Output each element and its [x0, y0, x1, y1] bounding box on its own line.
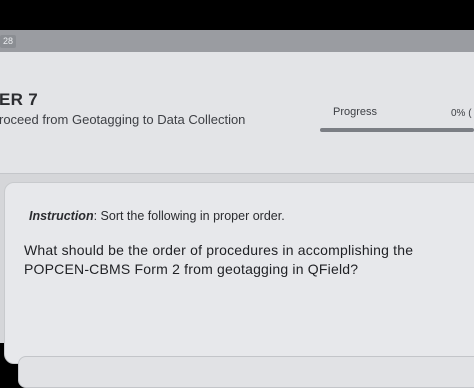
- app-screen: 28 ER 7 roceed from Geotagging to Data C…: [0, 30, 474, 388]
- instruction-label: Instruction: [29, 209, 94, 223]
- progress-bar: [320, 128, 474, 132]
- chapter-title: ER 7: [0, 90, 38, 109]
- chapter-header: ER 7 roceed from Geotagging to Data Coll…: [0, 52, 474, 174]
- progress-value: 0% (: [451, 108, 472, 119]
- instruction-text: : Sort the following in proper order.: [93, 209, 285, 223]
- instruction: Instruction: Sort the following in prope…: [29, 209, 285, 223]
- chapter-subtitle: roceed from Geotagging to Data Collectio…: [0, 112, 246, 127]
- top-bar: 28: [0, 30, 474, 52]
- progress-label: Progress: [333, 106, 378, 118]
- question-text: What should be the order of procedures i…: [24, 242, 414, 277]
- answer-option[interactable]: [18, 356, 474, 388]
- topbar-badge: 28: [0, 35, 16, 48]
